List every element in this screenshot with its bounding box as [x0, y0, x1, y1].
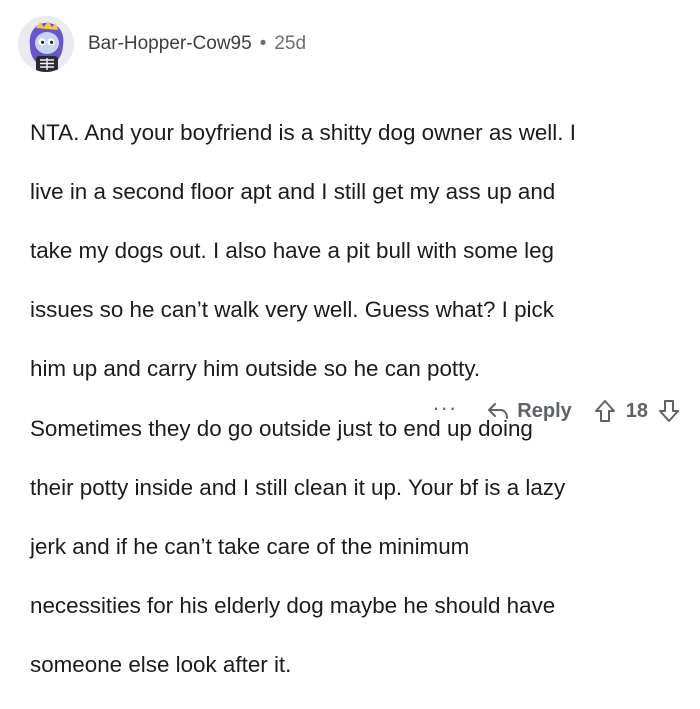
downvote-arrow-icon[interactable]: [658, 399, 680, 423]
comment-age: 25d: [274, 33, 307, 54]
comment-line: live in a second floor apt and I still g…: [30, 178, 556, 204]
comment-line: their potty inside and I still clean it …: [30, 474, 566, 500]
more-options-button[interactable]: ···: [432, 397, 457, 419]
comment-line: jerk and if he can’t take care of the mi…: [30, 533, 470, 559]
comment-line: issues so he can’t walk very well. Guess…: [30, 297, 554, 323]
reply-button[interactable]: Reply: [487, 399, 572, 423]
comment-header: Bar-Hopper-Cow95 • 25d: [18, 16, 306, 72]
upvote-arrow-icon[interactable]: [594, 399, 616, 423]
comment-line: take my dogs out. I also have a pit bull…: [30, 237, 554, 263]
username[interactable]: Bar-Hopper-Cow95: [88, 33, 252, 55]
comment-meta: Bar-Hopper-Cow95 • 25d: [88, 33, 306, 55]
avatar[interactable]: [18, 16, 74, 72]
vote-controls: 18: [594, 399, 680, 423]
reply-label: Reply: [517, 399, 572, 422]
comment-line: NTA. And your boyfriend is a shitty dog …: [30, 119, 576, 145]
comment-line: him up and carry him outside so he can p…: [30, 356, 481, 382]
reply-arrow-icon: [488, 403, 509, 419]
comment-line: necessities for his elderly dog maybe he…: [30, 593, 556, 619]
comment-actions: ··· Reply 18: [432, 393, 680, 429]
meta-separator: •: [259, 33, 267, 54]
comment-card: Bar-Hopper-Cow95 • 25d NTA. And your boy…: [0, 0, 700, 677]
comment-line: someone else look after it.: [30, 652, 292, 678]
avatar-icon: [18, 16, 74, 72]
vote-count: 18: [625, 399, 648, 422]
